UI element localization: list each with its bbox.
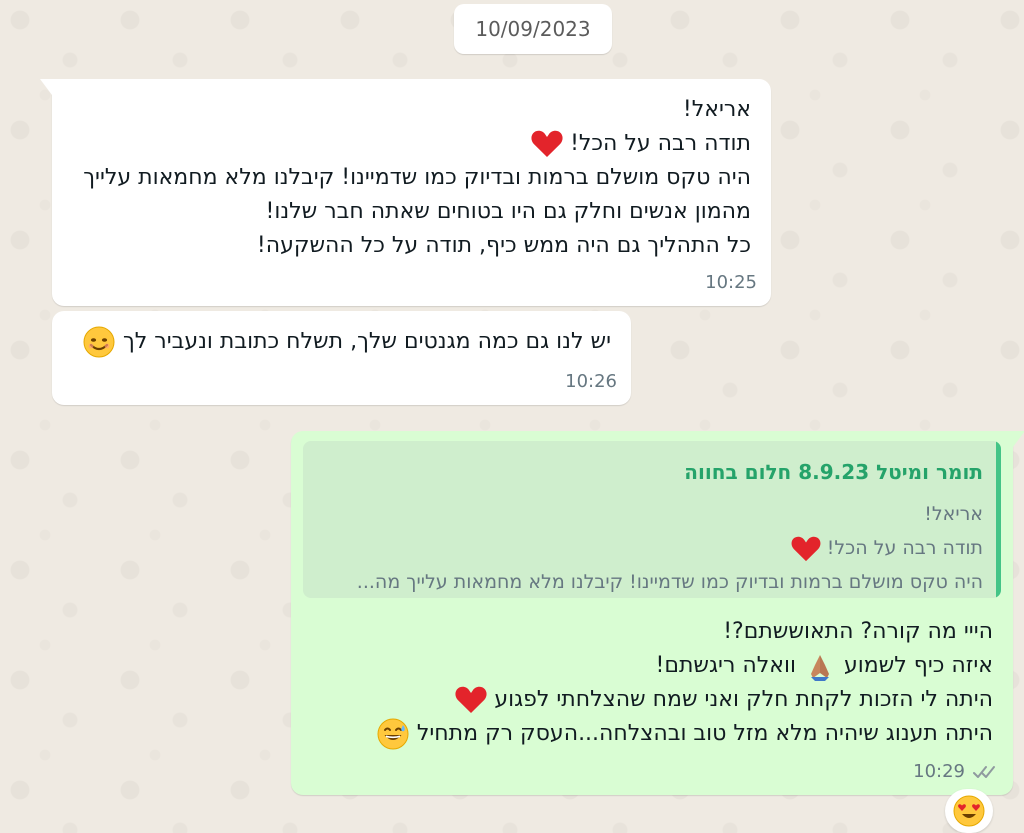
message-1-line-4: מהמון אנשים וחלק גם היו בטוחים שאתה חבר …	[265, 199, 751, 224]
message-3-line-4: היתה תענוג שיהיה מלא מזל טוב ובהצלחה...ה…	[311, 717, 993, 751]
message-3-line-3-text: היתה לי הזכות לקחת חלק ואני שמח שהצלחתי …	[494, 687, 993, 712]
heart-eyes-icon	[953, 795, 985, 827]
incoming-message-1[interactable]: אריאל! תודה רבה על הכל! היה טקס מושלם בר…	[40, 79, 771, 306]
message-2-text-content: יש לנו גם כמה מגנטים שלך, תשלח כתובת ונע…	[122, 329, 611, 354]
message-3-line-3: היתה לי הזכות לקחת חלק ואני שמח שהצלחתי …	[311, 683, 993, 717]
grinning-sweat-icon	[377, 718, 409, 750]
heart-icon	[531, 130, 563, 157]
message-1-time-label: 10:25	[705, 272, 757, 293]
quoted-reply-title: תומר ומיטל 8.9.23 חלום בחווה	[684, 460, 983, 484]
incoming-message-2[interactable]: יש לנו גם כמה מגנטים שלך, תשלח כתובת ונע…	[52, 311, 631, 405]
heart-icon	[791, 536, 821, 561]
quoted-line-1: אריאל!	[924, 503, 983, 525]
message-3-line-4-text: היתה תענוג שיהיה מלא מזל טוב ובהצלחה...ה…	[416, 721, 993, 746]
reaction-heart-eyes[interactable]	[945, 789, 993, 833]
heart-icon	[455, 686, 487, 713]
double-check-icon	[973, 766, 995, 778]
message-3-time-label: 10:29	[913, 761, 965, 782]
date-label: 10/09/2023	[475, 17, 591, 41]
date-chip: 10/09/2023	[454, 4, 612, 54]
quoted-line-2: תודה רבה על הכל!	[791, 531, 983, 565]
smiling-face-icon	[83, 326, 115, 358]
message-1-text: אריאל! תודה רבה על הכל! היה טקס מושלם בר…	[72, 93, 751, 263]
folded-hands-icon	[810, 655, 829, 681]
message-3-line-1: הייי מה קורה? התאוששתם?!	[723, 619, 993, 644]
message-1-line-5: כל התהליך גם היה ממש כיף, תודה על כל ההש…	[256, 233, 751, 258]
quoted-line-3: היה טקס מושלם ברמות ובדיוק כמו שדמיינו! …	[356, 571, 983, 593]
message-3-line-2b: וואלה ריגשתם!	[655, 653, 796, 678]
message-1-line-1: אריאל!	[682, 97, 751, 122]
outgoing-tail	[1013, 431, 1024, 447]
message-1-line-2: תודה רבה על הכל!	[72, 127, 751, 161]
outgoing-message-3[interactable]: תומר ומיטל 8.9.23 חלום בחווה אריאל! תודה…	[291, 431, 1024, 795]
message-3-line-2a: איזה כיף לשמוע	[843, 653, 993, 678]
quoted-reply-bar	[996, 441, 1001, 598]
message-2-text: יש לנו גם כמה מגנטים שלך, תשלח כתובת ונע…	[72, 325, 611, 359]
message-2-line-1: יש לנו גם כמה מגנטים שלך, תשלח כתובת ונע…	[72, 325, 611, 359]
message-1-line-2-text: תודה רבה על הכל!	[570, 131, 751, 156]
message-1-time: 10:25	[705, 266, 757, 300]
message-2-time: 10:26	[565, 365, 617, 399]
message-3-line-2: איזה כיף לשמוע וואלה ריגשתם!	[311, 649, 993, 683]
message-3-text: הייי מה קורה? התאוששתם?! איזה כיף לשמוע …	[311, 615, 993, 751]
message-3-time: 10:29	[913, 755, 999, 789]
quoted-reply[interactable]: תומר ומיטל 8.9.23 חלום בחווה אריאל! תודה…	[303, 441, 1001, 598]
message-2-time-label: 10:26	[565, 371, 617, 392]
quoted-line-2-text: תודה רבה על הכל!	[826, 537, 983, 559]
message-1-line-3: היה טקס מושלם ברמות ובדיוק כמו שדמיינו! …	[83, 165, 751, 190]
